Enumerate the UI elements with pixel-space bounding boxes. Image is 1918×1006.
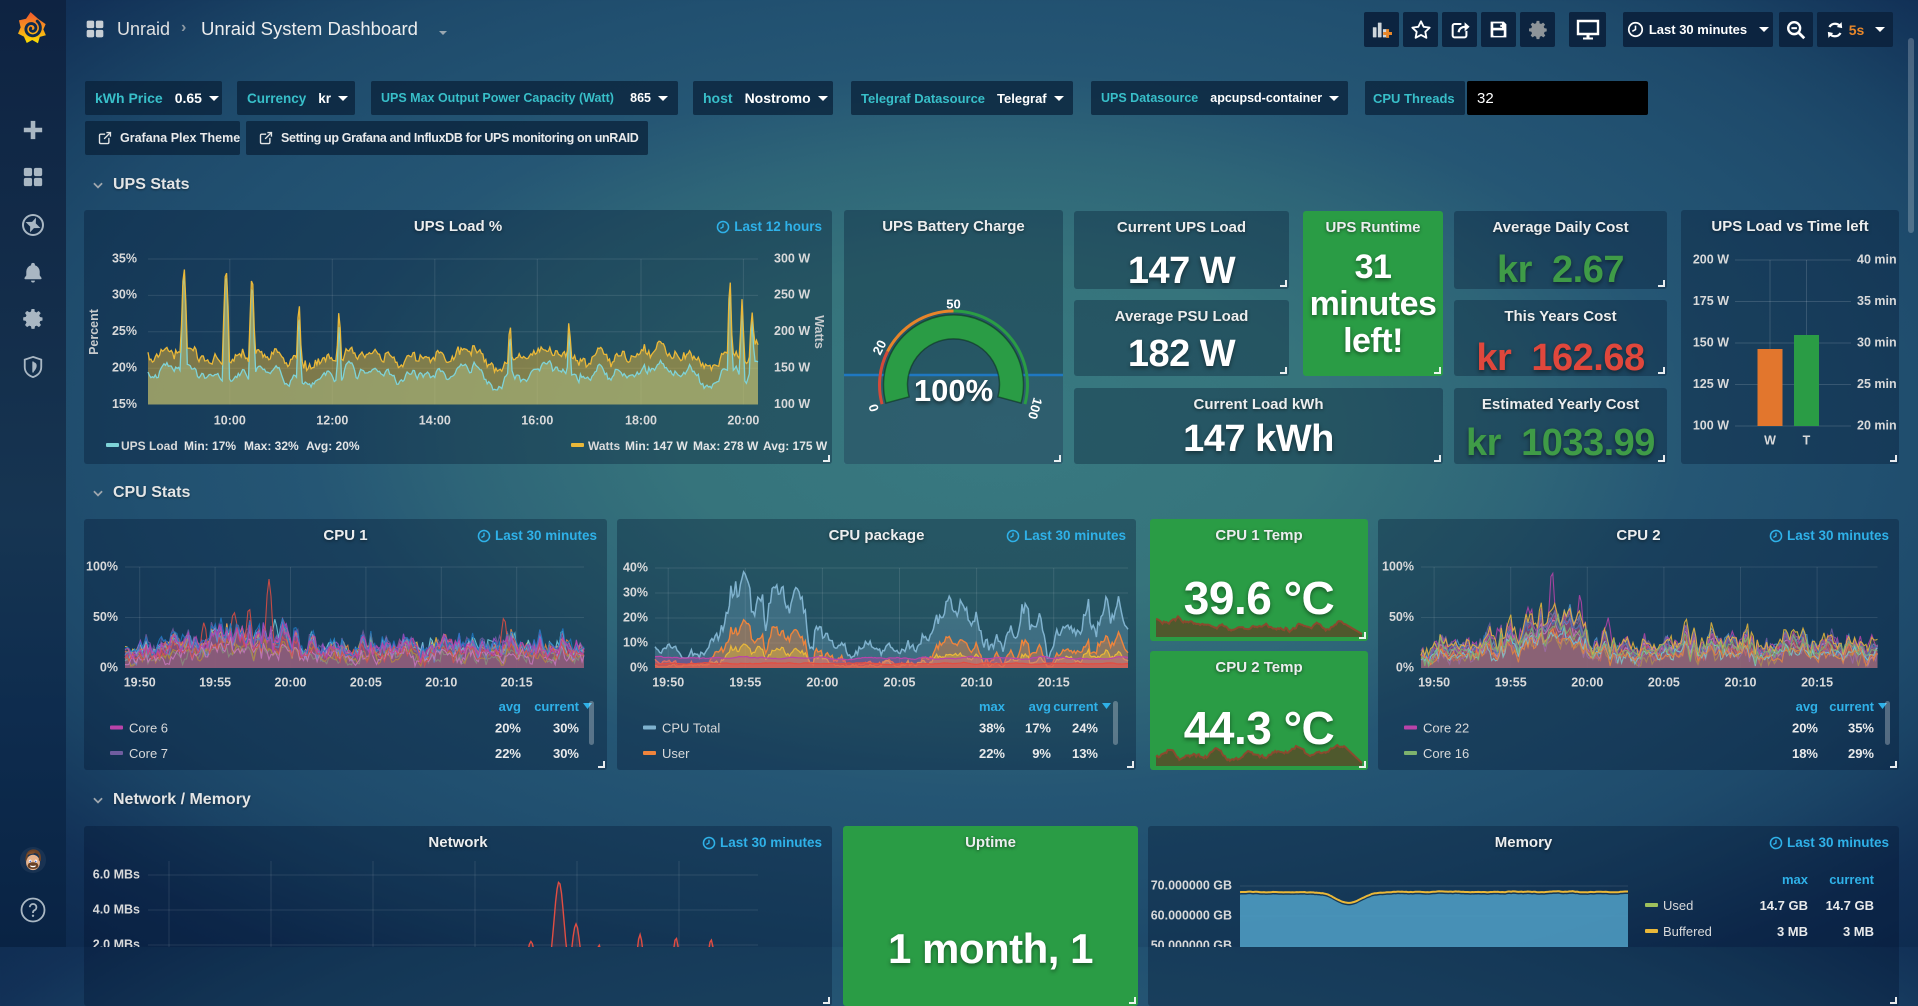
svg-text:W: W [1764,433,1776,447]
svg-text:35 min: 35 min [1857,294,1897,308]
svg-text:0%: 0% [630,660,648,674]
svg-text:30 min: 30 min [1857,335,1897,349]
svg-text:40 min: 40 min [1857,252,1897,266]
svg-text:2.0 MBs: 2.0 MBs [93,937,140,947]
svg-text:25 min: 25 min [1857,377,1897,391]
svg-text:19:55: 19:55 [729,675,761,689]
svg-text:Min: 147 W: Min: 147 W [625,439,688,453]
svg-text:100 W: 100 W [1693,418,1729,432]
svg-text:current: current [1053,699,1098,714]
svg-text:3 MB: 3 MB [1777,924,1808,939]
svg-text:T: T [1803,433,1811,447]
svg-text:20:05: 20:05 [884,675,916,689]
svg-text:19:50: 19:50 [652,675,684,689]
svg-text:UPS Load: UPS Load [121,439,178,453]
svg-text:20:00: 20:00 [806,675,838,689]
svg-text:4.0 MBs: 4.0 MBs [93,902,140,916]
svg-text:20:10: 20:10 [961,675,993,689]
svg-text:14.7 GB: 14.7 GB [1826,898,1874,913]
svg-text:150 W: 150 W [774,360,810,374]
svg-text:30%: 30% [553,746,579,761]
svg-text:22%: 22% [979,746,1005,761]
svg-text:20 min: 20 min [1857,418,1897,432]
svg-text:200 W: 200 W [774,324,810,338]
svg-text:300 W: 300 W [774,251,810,265]
svg-text:30%: 30% [112,288,137,302]
svg-text:CPU Total: CPU Total [662,721,720,736]
svg-text:Core 7: Core 7 [129,746,168,761]
svg-text:6.0 MBs: 6.0 MBs [93,867,140,881]
svg-text:Avg: 20%: Avg: 20% [306,439,360,453]
svg-text:17%: 17% [1025,721,1051,736]
svg-text:12:00: 12:00 [316,413,348,427]
svg-text:13%: 13% [1072,746,1098,761]
svg-text:Max: 32%: Max: 32% [244,439,299,453]
svg-text:30%: 30% [553,721,579,736]
svg-text:29%: 29% [1848,746,1874,761]
svg-text:Core 6: Core 6 [129,721,168,736]
svg-text:9%: 9% [1032,746,1051,761]
svg-text:Core 22: Core 22 [1423,721,1469,736]
svg-text:20:00: 20:00 [727,413,759,427]
svg-text:150 W: 150 W [1693,335,1729,349]
svg-text:Watts: Watts [812,315,826,349]
svg-text:User: User [662,746,690,761]
svg-text:Used: Used [1663,898,1693,913]
svg-text:175 W: 175 W [1693,294,1729,308]
svg-text:current: current [1829,699,1874,714]
svg-text:Percent: Percent [87,308,101,355]
svg-text:avg: avg [1796,699,1818,714]
svg-text:20%: 20% [623,610,648,624]
svg-text:50.000000 GB: 50.000000 GB [1151,938,1232,947]
svg-text:14:00: 14:00 [419,413,451,427]
svg-text:60.000000 GB: 60.000000 GB [1151,908,1232,922]
svg-text:22%: 22% [495,746,521,761]
svg-text:70.000000 GB: 70.000000 GB [1151,878,1232,892]
svg-text:15%: 15% [112,397,137,411]
svg-text:Max: 278 W: Max: 278 W [693,439,759,453]
svg-text:18%: 18% [1792,746,1818,761]
svg-text:20%: 20% [112,360,137,374]
svg-text:18:00: 18:00 [625,413,657,427]
svg-text:avg: avg [499,699,521,714]
svg-text:Avg: 175 W: Avg: 175 W [763,439,828,453]
svg-text:250 W: 250 W [774,288,810,302]
svg-text:Watts: Watts [588,439,621,453]
svg-text:max: max [1782,872,1809,887]
svg-text:20%: 20% [495,721,521,736]
svg-text:20%: 20% [1792,721,1818,736]
svg-text:100 W: 100 W [774,397,810,411]
svg-text:14.7 GB: 14.7 GB [1760,898,1808,913]
svg-text:20:15: 20:15 [1038,675,1070,689]
svg-text:max: max [979,699,1006,714]
svg-text:10%: 10% [623,635,648,649]
svg-text:Min: 17%: Min: 17% [184,439,236,453]
svg-text:38%: 38% [979,721,1005,736]
svg-text:current: current [534,699,579,714]
svg-text:Buffered: Buffered [1663,924,1712,939]
svg-text:10:00: 10:00 [214,413,246,427]
svg-text:125 W: 125 W [1693,377,1729,391]
svg-text:40%: 40% [623,560,648,574]
svg-text:current: current [1829,872,1874,887]
svg-text:Core 16: Core 16 [1423,746,1469,761]
svg-text:16:00: 16:00 [521,413,553,427]
svg-text:30%: 30% [623,585,648,599]
svg-text:50: 50 [946,296,960,311]
svg-text:200 W: 200 W [1693,252,1729,266]
svg-text:24%: 24% [1072,721,1098,736]
svg-text:3 MB: 3 MB [1843,924,1874,939]
svg-text:avg: avg [1029,699,1051,714]
svg-text:35%: 35% [112,251,137,265]
svg-text:25%: 25% [112,324,137,338]
svg-text:35%: 35% [1848,721,1874,736]
